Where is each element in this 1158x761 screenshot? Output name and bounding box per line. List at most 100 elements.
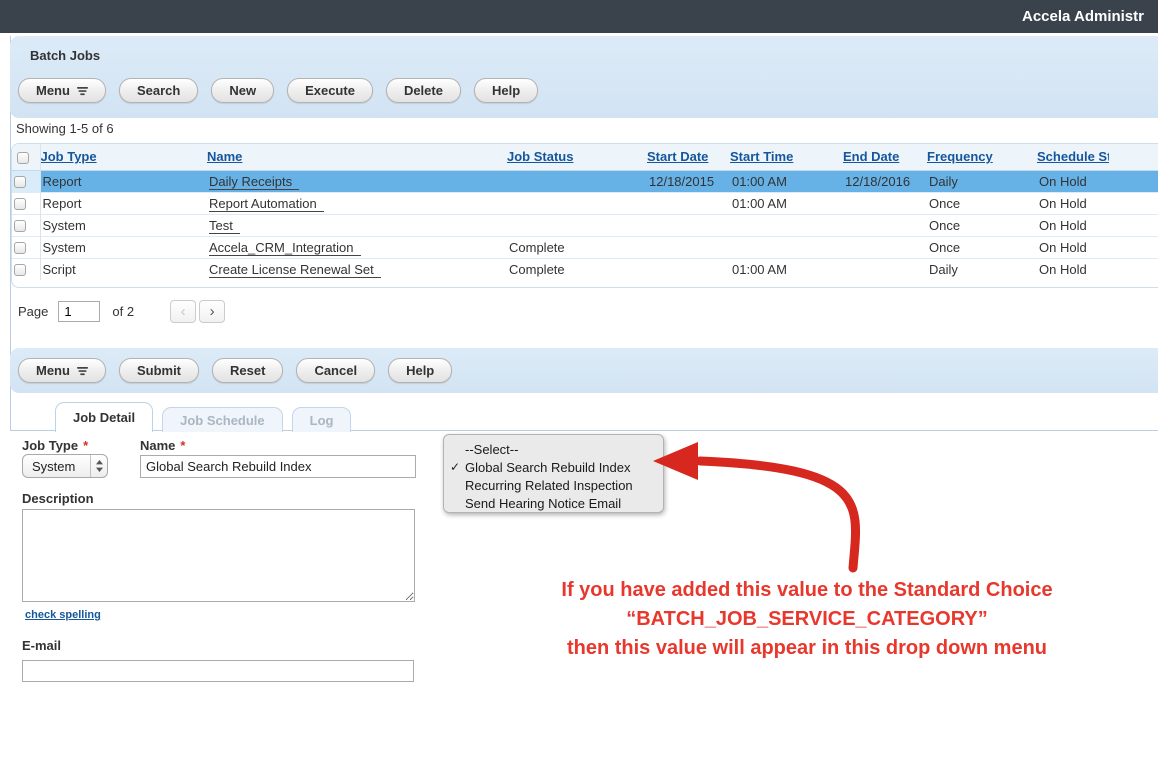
row-checkbox[interactable] [14, 242, 26, 254]
menu-lines-icon [77, 86, 88, 96]
cell-schedule-status: On Hold [1037, 192, 1109, 214]
cell-start-date [647, 258, 730, 280]
job-name-link[interactable]: Report Automation [209, 196, 324, 212]
cell-start-time: 01:00 AM [730, 170, 843, 192]
cell-start-date: 12/18/2015 [647, 170, 730, 192]
delete-button[interactable]: Delete [386, 78, 461, 103]
column-header-job-status[interactable]: Job Status [507, 149, 573, 164]
name-label: Name* [140, 438, 185, 453]
row-checkbox[interactable] [14, 220, 26, 232]
job-name-link[interactable]: Daily Receipts [209, 174, 299, 190]
app-header-bar: Accela Administr [0, 0, 1158, 33]
button-label: New [229, 83, 256, 98]
execute-button[interactable]: Execute [287, 78, 373, 103]
job-type-select[interactable]: System [22, 454, 108, 478]
button-label: Help [492, 83, 520, 98]
row-checkbox[interactable] [14, 264, 26, 276]
email-label: E-mail [22, 638, 61, 653]
column-header-job-type[interactable]: Job Type [41, 149, 97, 164]
column-header-schedule-status[interactable]: Schedule Status [1037, 149, 1109, 164]
dropdown-option-send-hearing-notice-email[interactable]: Send Hearing Notice Email [444, 494, 663, 512]
help-button[interactable]: Help [388, 358, 452, 383]
menu-button[interactable]: Menu [18, 78, 106, 103]
column-header-end-date[interactable]: End Date [843, 149, 899, 164]
dropdown-option-label: --Select-- [465, 442, 518, 457]
batch-jobs-panel: Batch Jobs Menu Search New Execute Delete Hel… [10, 36, 1158, 118]
dropdown-option--select-[interactable]: --Select-- [444, 440, 663, 458]
tab-job-schedule[interactable]: Job Schedule [162, 407, 283, 432]
showing-count-label: Showing 1-5 of 6 [16, 121, 114, 136]
cell-end-date [843, 258, 927, 280]
row-checkbox[interactable] [14, 176, 26, 188]
cell-start-time: 01:00 AM [730, 258, 843, 280]
dropdown-option-recurring-related-inspection[interactable]: Recurring Related Inspection [444, 476, 663, 494]
cell-job-type: Report [40, 192, 207, 214]
cell-job-type: System [40, 214, 207, 236]
detail-tabs: Job Detail Job Schedule Log [55, 402, 360, 432]
batch-jobs-toolbar: Menu Search New Execute Delete Help [18, 78, 551, 103]
table-row[interactable]: ScriptCreate License Renewal SetComplete… [12, 258, 1158, 280]
job-name-link[interactable]: Create License Renewal Set [209, 262, 381, 278]
job-name-link[interactable]: Test [209, 218, 240, 234]
button-label: Submit [137, 363, 181, 378]
dropdown-option-global-search-rebuild-index[interactable]: ✓Global Search Rebuild Index [444, 458, 663, 476]
button-label: Execute [305, 83, 355, 98]
table-row[interactable]: SystemTest OnceOn Hold [12, 214, 1158, 236]
button-label: Cancel [314, 363, 357, 378]
cell-schedule-status: On Hold [1037, 214, 1109, 236]
next-page-button[interactable]: › [199, 300, 225, 323]
check-spelling-link[interactable]: check spelling [25, 609, 101, 621]
new-button[interactable]: New [211, 78, 274, 103]
cell-frequency: Once [927, 214, 1037, 236]
row-checkbox[interactable] [14, 198, 26, 210]
column-header-name[interactable]: Name [207, 149, 242, 164]
cell-start-time [730, 236, 843, 258]
column-header-start-date[interactable]: Start Date [647, 149, 708, 164]
prev-page-button[interactable]: ‹ [170, 300, 196, 323]
cell-start-date [647, 214, 730, 236]
email-input[interactable] [22, 660, 414, 682]
menu-button[interactable]: Menu [18, 358, 106, 383]
table-row[interactable]: ReportReport Automation01:00 AMOnceOn Ho… [12, 192, 1158, 214]
search-button[interactable]: Search [119, 78, 198, 103]
cell-end-date: 12/18/2016 [843, 170, 927, 192]
checkmark-icon: ✓ [444, 460, 465, 474]
panel-title: Batch Jobs [30, 48, 100, 63]
cell-start-date [647, 192, 730, 214]
table-row[interactable]: ReportDaily Receipts12/18/201501:00 AM12… [12, 170, 1158, 192]
job-name-link[interactable]: Accela_CRM_Integration [209, 240, 361, 256]
column-header-frequency[interactable]: Frequency [927, 149, 993, 164]
cell-start-date [647, 236, 730, 258]
cell-frequency: Daily [927, 258, 1037, 280]
name-input[interactable] [140, 455, 416, 478]
job-type-label-text: Job Type [22, 438, 78, 453]
button-label: Search [137, 83, 180, 98]
name-label-text: Name [140, 438, 175, 453]
detail-toolbar: Menu Submit Reset Cancel Help [18, 358, 465, 383]
help-button[interactable]: Help [474, 78, 538, 103]
tab-job-detail[interactable]: Job Detail [55, 402, 153, 432]
cell-job-type: Script [40, 258, 207, 280]
reset-button[interactable]: Reset [212, 358, 283, 383]
select-all-checkbox[interactable] [17, 152, 29, 164]
accela-admin-window: Accela Administr Batch Jobs Menu Search Ne… [0, 0, 1158, 761]
table-row[interactable]: SystemAccela_CRM_IntegrationCompleteOnce… [12, 236, 1158, 258]
button-label: Menu [36, 363, 70, 378]
cell-schedule-status: On Hold [1037, 170, 1109, 192]
page-number-input[interactable] [58, 301, 100, 322]
description-textarea[interactable] [22, 509, 415, 602]
app-title: Accela Administr [1022, 0, 1144, 33]
dropdown-option-label: Recurring Related Inspection [465, 478, 633, 493]
submit-button[interactable]: Submit [119, 358, 199, 383]
service-category-dropdown: --Select--✓Global Search Rebuild Index Re… [443, 434, 664, 513]
job-type-label: Job Type* [22, 438, 88, 453]
job-type-selected-value: System [23, 459, 90, 474]
cell-job-type: System [40, 236, 207, 258]
cell-frequency: Once [927, 192, 1037, 214]
tab-log[interactable]: Log [292, 407, 352, 432]
cell-frequency: Daily [927, 170, 1037, 192]
cell-frequency: Once [927, 236, 1037, 258]
column-header-start-time[interactable]: Start Time [730, 149, 793, 164]
cell-start-time [730, 214, 843, 236]
cancel-button[interactable]: Cancel [296, 358, 375, 383]
